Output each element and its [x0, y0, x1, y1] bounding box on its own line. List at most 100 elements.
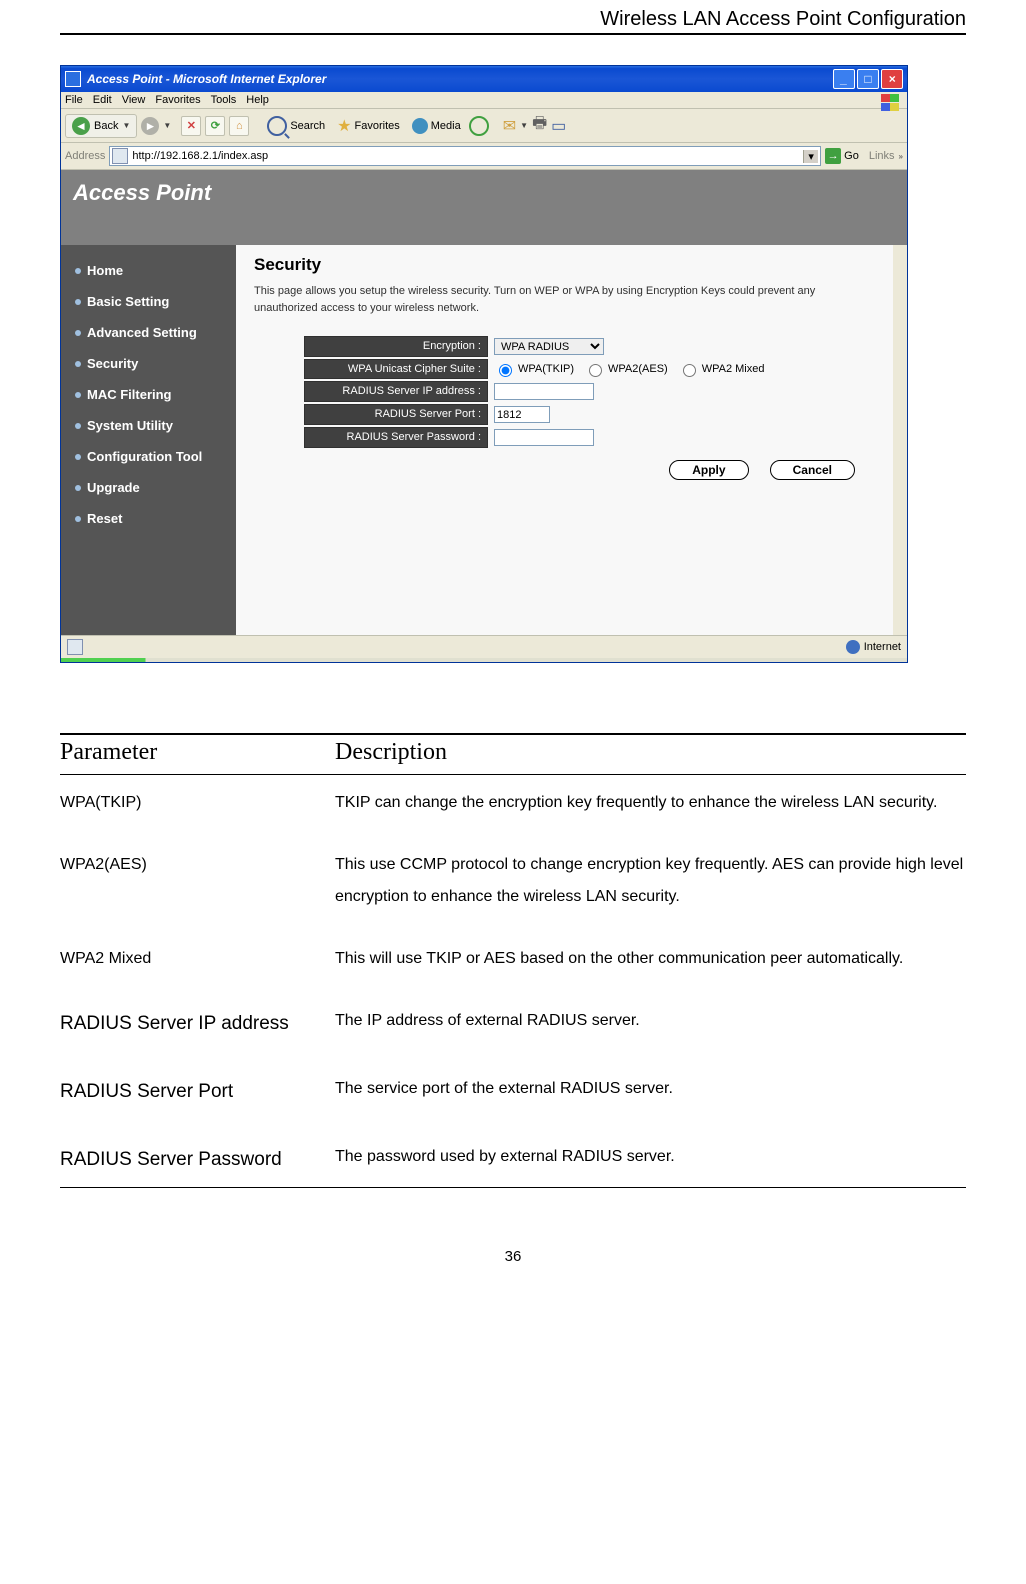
cipher-aes-radio[interactable] — [589, 364, 602, 377]
search-icon — [267, 116, 287, 136]
refresh-button[interactable]: ⟳ — [205, 116, 225, 136]
search-button[interactable]: Search — [263, 114, 329, 138]
home-icon: ⌂ — [236, 120, 243, 132]
menu-tools[interactable]: Tools — [211, 94, 237, 106]
go-label: Go — [844, 150, 859, 162]
media-button[interactable]: Media — [408, 116, 465, 136]
links-label[interactable]: Links — [869, 150, 895, 162]
encryption-label: Encryption : — [304, 336, 488, 357]
param-desc: TKIP can change the encryption key frequ… — [335, 775, 966, 838]
menu-help[interactable]: Help — [246, 94, 269, 106]
sidebar-item-system[interactable]: System Utility — [61, 410, 236, 441]
bullet-icon — [75, 516, 81, 522]
th-description: Description — [335, 734, 966, 775]
bullet-icon — [75, 423, 81, 429]
sidebar-item-upgrade[interactable]: Upgrade — [61, 472, 236, 503]
radius-pw-input[interactable] — [494, 429, 594, 446]
go-button[interactable]: → Go — [825, 148, 859, 164]
param-desc: The password used by external RADIUS ser… — [335, 1129, 966, 1188]
cipher-tkip-option[interactable]: WPA(TKIP) — [494, 361, 574, 377]
page-icon — [112, 148, 128, 164]
radius-ip-input[interactable] — [494, 383, 594, 400]
sidebar-item-basic[interactable]: Basic Setting — [61, 286, 236, 317]
stop-icon: ✕ — [187, 119, 196, 132]
menu-edit[interactable]: Edit — [93, 94, 112, 106]
sidebar-item-mac[interactable]: MAC Filtering — [61, 379, 236, 410]
menu-bar: File Edit View Favorites Tools Help — [61, 92, 907, 109]
nav-label: Upgrade — [87, 480, 140, 495]
param-name: RADIUS Server Password — [60, 1129, 335, 1188]
page-header: Wireless LAN Access Point Configuration — [60, 8, 966, 35]
param-name: WPA2(AES) — [60, 837, 335, 931]
history-button[interactable] — [469, 116, 489, 136]
cancel-button[interactable]: Cancel — [770, 460, 855, 480]
radius-pw-label: RADIUS Server Password : — [304, 427, 488, 448]
cipher-tkip-label: WPA(TKIP) — [518, 363, 574, 375]
cipher-aes-option[interactable]: WPA2(AES) — [584, 361, 668, 377]
status-zone: Internet — [864, 641, 901, 653]
param-desc: This will use TKIP or AES based on the o… — [335, 931, 966, 993]
bullet-icon — [75, 361, 81, 367]
bullet-icon — [75, 299, 81, 305]
sidebar-item-security[interactable]: Security — [61, 348, 236, 379]
links-chevron-icon[interactable]: » — [899, 152, 903, 161]
cipher-tkip-radio[interactable] — [499, 364, 512, 377]
param-name: RADIUS Server IP address — [60, 993, 335, 1061]
address-url: http://192.168.2.1/index.asp — [132, 150, 799, 162]
menu-file[interactable]: File — [65, 94, 83, 106]
section-description: This page allows you setup the wireless … — [254, 283, 875, 316]
sidebar-item-reset[interactable]: Reset — [61, 503, 236, 534]
favorites-button[interactable]: ★ Favorites — [333, 114, 404, 138]
th-parameter: Parameter — [60, 734, 335, 775]
cipher-mixed-option[interactable]: WPA2 Mixed — [678, 361, 765, 377]
address-dropdown-icon[interactable]: ▾ — [803, 150, 818, 163]
sidebar-item-config[interactable]: Configuration Tool — [61, 441, 236, 472]
nav-label: Advanced Setting — [87, 325, 197, 340]
menu-favorites[interactable]: Favorites — [155, 94, 200, 106]
mail-button[interactable]: ✉ — [503, 116, 516, 136]
stop-button[interactable]: ✕ — [181, 116, 201, 136]
sidebar-item-home[interactable]: Home — [61, 255, 236, 286]
cipher-mixed-radio[interactable] — [683, 364, 696, 377]
encryption-select[interactable]: WPA RADIUS — [494, 338, 604, 355]
nav-label: System Utility — [87, 418, 173, 433]
print-button[interactable]: 🖶 — [532, 112, 547, 139]
app-banner: Access Point — [61, 170, 907, 245]
close-button[interactable]: × — [881, 69, 903, 89]
nav-label: Basic Setting — [87, 294, 169, 309]
param-desc: This use CCMP protocol to change encrypt… — [335, 837, 966, 931]
menu-view[interactable]: View — [122, 94, 146, 106]
parameter-section: Parameter Description WPA(TKIP) TKIP can… — [60, 733, 966, 1188]
edit-button[interactable]: ▭ — [551, 116, 566, 136]
mail-dropdown-icon[interactable]: ▼ — [520, 121, 528, 130]
cipher-aes-label: WPA2(AES) — [608, 363, 668, 375]
radius-port-input[interactable] — [494, 406, 550, 423]
ie-icon — [65, 71, 81, 87]
media-label: Media — [431, 120, 461, 132]
toolbar: ◄ Back ▼ ► ▼ ✕ ⟳ ⌂ Search ★ Favorites Me… — [61, 109, 907, 143]
address-input[interactable]: http://192.168.2.1/index.asp ▾ — [109, 146, 821, 166]
internet-zone-icon — [846, 640, 860, 654]
minimize-button[interactable]: _ — [833, 69, 855, 89]
forward-dropdown-icon[interactable]: ▼ — [163, 121, 171, 130]
apply-button[interactable]: Apply — [669, 460, 748, 480]
favorites-label: Favorites — [355, 120, 400, 132]
page-number: 36 — [60, 1248, 966, 1265]
table-row: RADIUS Server Port The service port of t… — [60, 1061, 966, 1129]
back-button[interactable]: ◄ Back ▼ — [65, 114, 137, 138]
bullet-icon — [75, 485, 81, 491]
forward-button[interactable]: ► — [141, 117, 159, 135]
nav-label: Configuration Tool — [87, 449, 202, 464]
status-page-icon — [67, 639, 83, 655]
table-row: WPA2(AES) This use CCMP protocol to chan… — [60, 837, 966, 931]
main-content: Security This page allows you setup the … — [236, 245, 893, 635]
home-button[interactable]: ⌂ — [229, 116, 249, 136]
back-label: Back — [94, 120, 118, 132]
cipher-mixed-label: WPA2 Mixed — [702, 363, 765, 375]
media-icon — [412, 118, 428, 134]
back-dropdown-icon[interactable]: ▼ — [122, 121, 130, 130]
maximize-button[interactable]: □ — [857, 69, 879, 89]
table-row: WPA2 Mixed This will use TKIP or AES bas… — [60, 931, 966, 993]
sidebar-item-advanced[interactable]: Advanced Setting — [61, 317, 236, 348]
windows-flag-icon — [881, 94, 903, 112]
